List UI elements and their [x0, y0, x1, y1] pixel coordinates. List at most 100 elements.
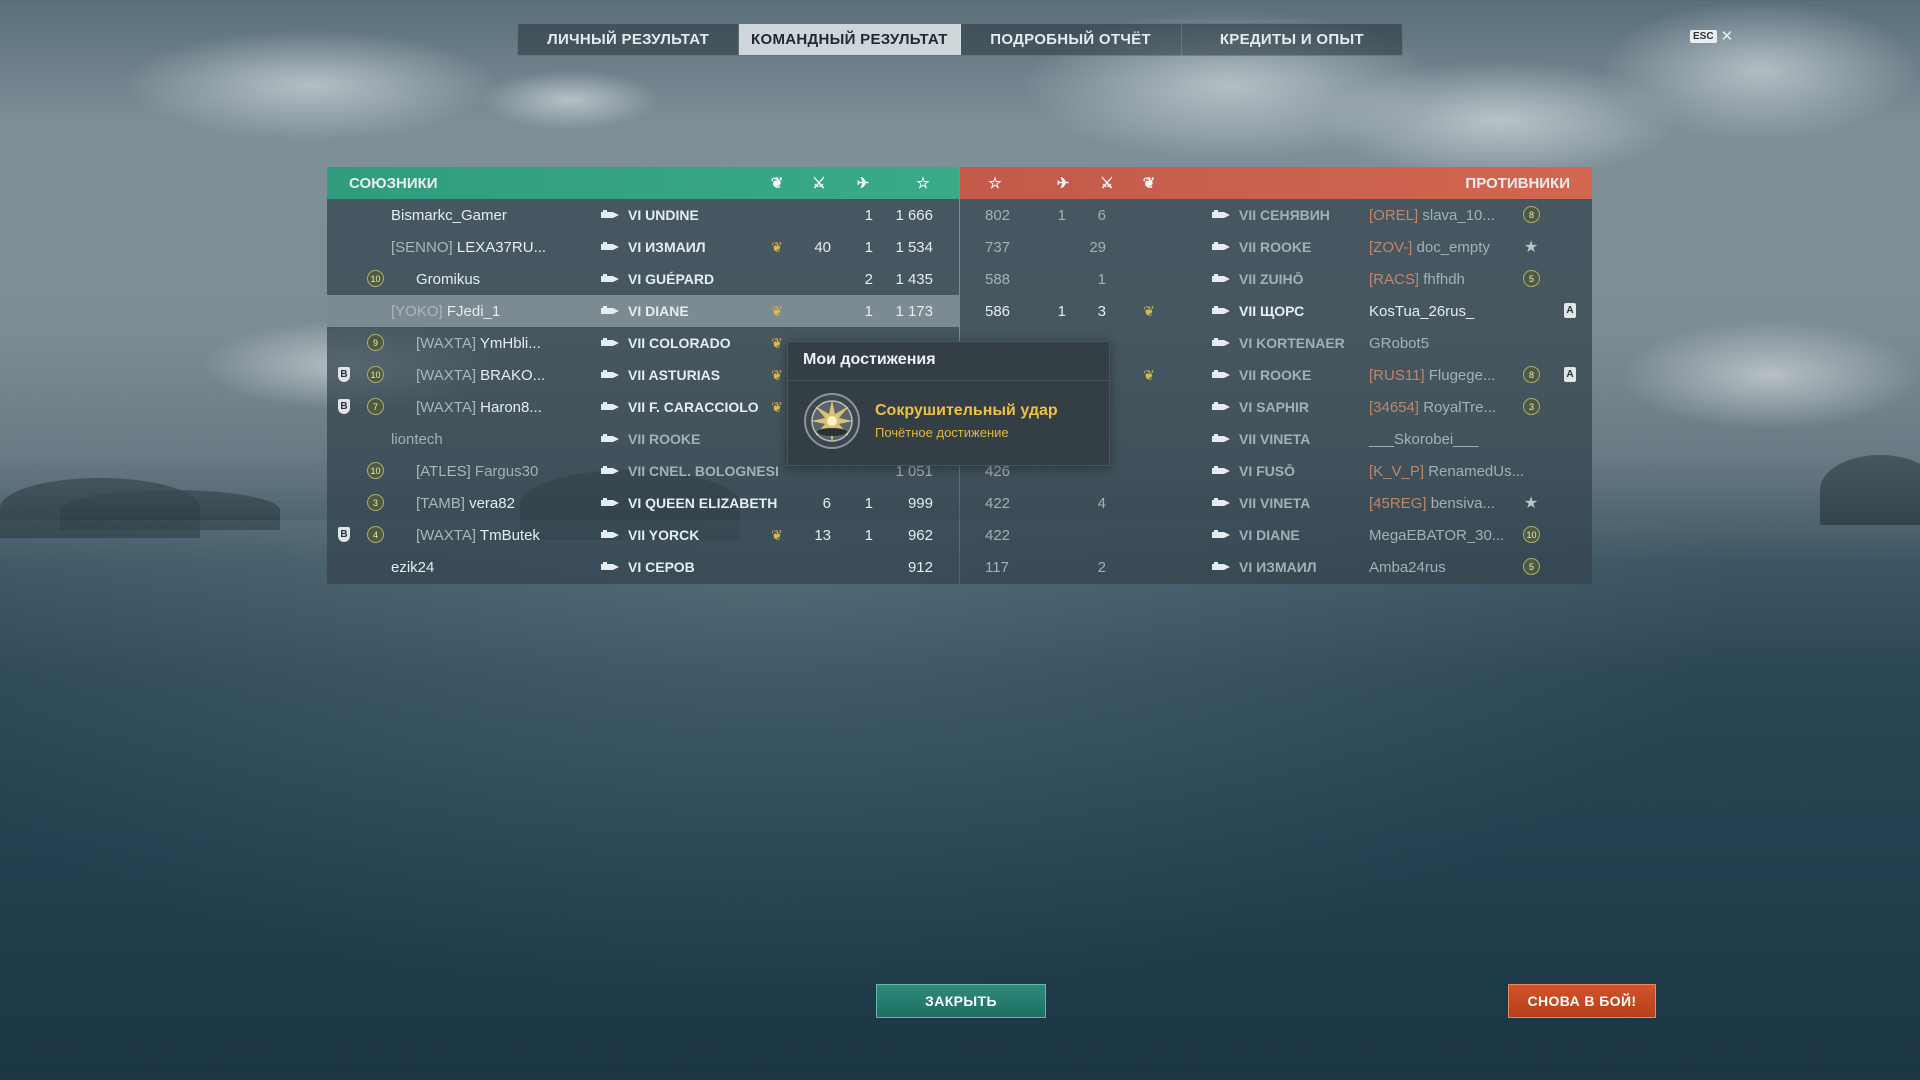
enemy-row[interactable]: 586 1 3 ❦ VII ЩОРС KosTua_26rus_ A — [960, 295, 1592, 327]
esc-close[interactable]: ESC ✕ — [1690, 27, 1733, 45]
rank-badge-icon: 3 — [1523, 398, 1540, 415]
ship-name: VII VINETA — [1239, 431, 1311, 447]
clan-tag: [WAXTA] — [416, 527, 476, 544]
ally-row[interactable]: 10 Gromikus VI GUÉPARD 2 1 435 — [327, 263, 959, 295]
division-mark-icon: A — [1564, 367, 1576, 382]
player-name: [RUS11] Flugege... — [1369, 367, 1495, 384]
planes-value: 1 — [1057, 303, 1066, 320]
enemies-header: ☆ ✈ ⚔ ❦ ПРОТИВНИКИ — [960, 167, 1592, 199]
ally-row[interactable]: B 4 [WAXTA] TmButek VII YORCK ❦ 13 1 962 — [327, 519, 959, 551]
ship-name: VI SAPHIR — [1239, 399, 1310, 415]
laurel-medal-icon: ❦ — [771, 302, 783, 319]
player-name: [ATLES] Fargus30 — [416, 463, 538, 480]
ship-name: VI DIANE — [628, 303, 689, 319]
ship-name: VII ЩОРС — [1239, 303, 1305, 319]
player-nickname: FJedi_1 — [446, 303, 501, 320]
ship-name: VII ZUIHŌ — [1239, 271, 1304, 287]
base-xp-value: 586 — [985, 303, 1011, 320]
player-name: [WAXTA] Haron8... — [416, 399, 542, 416]
rank-badge-icon: 7 — [367, 398, 384, 415]
tab-personal-result[interactable]: ЛИЧНЫЙ РЕЗУЛЬТАТ — [518, 24, 740, 55]
player-nickname: ezik24 — [391, 559, 435, 576]
close-button[interactable]: ЗАКРЫТЬ — [876, 984, 1046, 1018]
ship-name: VII VINETA — [1239, 495, 1311, 511]
crossed-swords-icon: ⚔ — [812, 175, 826, 192]
ship-class-icon — [601, 370, 619, 380]
ally-row[interactable]: [YOKO] FJedi_1 VI DIANE ❦ 1 1 173 — [327, 295, 959, 327]
rank-badge-icon: 9 — [367, 334, 384, 351]
enemy-row[interactable]: 422 4 VII VINETA [45REG] bensiva... ★ — [960, 487, 1592, 519]
ship-name: VII YORCK — [628, 527, 700, 543]
close-icon[interactable]: ✕ — [1721, 27, 1734, 45]
rank-badge-icon: 10 — [367, 366, 384, 383]
planes-value: 1 — [864, 207, 873, 224]
enemy-row[interactable]: 117 2 VI ИЗМАИЛ Amba24rus 5 — [960, 551, 1592, 583]
ship-name: VI GUÉPARD — [628, 271, 715, 287]
ally-row[interactable]: [SENNO] LEXA37RU... VI ИЗМАИЛ ❦ 40 1 1 534 — [327, 231, 959, 263]
player-name: ___Skorobei___ — [1369, 431, 1478, 448]
achievement-type: Почётное достижение — [875, 425, 1009, 440]
ship-name: VII ROOKE — [1239, 367, 1312, 383]
star-icon: ☆ — [988, 175, 1002, 192]
star-icon: ☆ — [916, 175, 930, 192]
achievement-name: Сокрушительный удар — [875, 402, 1058, 419]
clan-tag: [RUS11] — [1369, 367, 1425, 384]
ally-row[interactable]: 3 [TAMB] vera82 VI QUEEN ELIZABETH 6 1 999 — [327, 487, 959, 519]
kills-value: 6 — [1097, 207, 1106, 224]
ship-class-icon — [1212, 338, 1230, 348]
player-nickname: Fargus30 — [474, 463, 539, 480]
tab-detailed-report[interactable]: ПОДРОБНЫЙ ОТЧЁТ — [961, 24, 1182, 55]
ship-class-icon — [601, 306, 619, 316]
ship-name: VI DIANE — [1239, 527, 1300, 543]
player-name: [45REG] bensiva... — [1369, 495, 1495, 512]
clan-tag: [ZOV-] — [1369, 239, 1413, 256]
player-name: [TAMB] vera82 — [416, 495, 515, 512]
rank-badge-icon: 10 — [367, 462, 384, 479]
base-xp-value: 737 — [985, 239, 1011, 256]
planes-value: 1 — [864, 239, 873, 256]
ship-name: VII F. CARACCIOLO — [628, 399, 759, 415]
tab-credits-xp[interactable]: КРЕДИТЫ И ОПЫТ — [1182, 24, 1402, 55]
ship-name: VII СЕНЯВИН — [1239, 207, 1330, 223]
crossed-swords-icon: ⚔ — [1100, 175, 1114, 192]
player-nickname: ___Skorobei___ — [1369, 431, 1479, 448]
ship-class-icon — [1212, 242, 1230, 252]
ship-class-icon — [1212, 306, 1230, 316]
base-xp-value: 117 — [985, 559, 1009, 576]
ship-name: VI KORTENAER — [1239, 335, 1345, 351]
planes-value: 1 — [864, 495, 873, 512]
rank-badge-icon: 3 — [367, 494, 384, 511]
battle-again-button[interactable]: СНОВА В БОЙ! — [1508, 984, 1656, 1018]
player-nickname: fhfhdh — [1423, 271, 1465, 288]
allies-header: СОЮЗНИКИ ❦ ⚔ ✈ ☆ — [327, 167, 959, 199]
plane-icon: ✈ — [856, 175, 870, 192]
laurel-medal-icon: ❦ — [1143, 366, 1155, 383]
ship-class-icon — [1212, 402, 1230, 412]
enemy-row[interactable]: 802 1 6 VII СЕНЯВИН [OREL] slava_10... 8 — [960, 199, 1592, 231]
rank-badge-icon: 10 — [1523, 526, 1540, 543]
player-name: KosTua_26rus_ — [1369, 303, 1474, 320]
player-nickname: LEXA37RU... — [456, 239, 547, 256]
player-name: [K_V_P] RenamedUs... — [1369, 463, 1524, 480]
player-nickname: Haron8... — [480, 399, 542, 416]
player-nickname: bensiva... — [1430, 495, 1495, 512]
player-name: MegaEBATOR_30... — [1369, 527, 1504, 544]
enemy-row[interactable]: 588 1 VII ZUIHŌ [RACS] fhfhdh 5 — [960, 263, 1592, 295]
player-name: Gromikus — [416, 271, 480, 288]
enemy-row[interactable]: 737 29 VII ROOKE [ZOV-] doc_empty ★ — [960, 231, 1592, 263]
player-nickname: KosTua_26rus_ — [1369, 303, 1475, 320]
ship-class-icon — [1212, 274, 1230, 284]
ship-name: VII ROOKE — [628, 431, 701, 447]
player-name: ezik24 — [391, 559, 434, 576]
ally-row[interactable]: Bismarkc_Gamer VI UNDINE 1 1 666 — [327, 199, 959, 231]
kills-value: 6 — [822, 495, 831, 512]
player-nickname: liontech — [391, 431, 443, 448]
kills-value: 13 — [814, 527, 831, 544]
tab-team-result[interactable]: КОМАНДНЫЙ РЕЗУЛЬТАТ — [739, 24, 961, 55]
clan-tag: [OREL] — [1369, 207, 1419, 224]
ally-row[interactable]: ezik24 VI СЕРОВ 912 — [327, 551, 959, 583]
enemy-row[interactable]: 422 VI DIANE MegaEBATOR_30... 10 — [960, 519, 1592, 551]
achievements-tooltip: Мои достижения Сокрушительный удар Почёт… — [787, 341, 1110, 466]
clan-tag: [34654] — [1369, 399, 1420, 416]
player-nickname: Gromikus — [416, 271, 481, 288]
